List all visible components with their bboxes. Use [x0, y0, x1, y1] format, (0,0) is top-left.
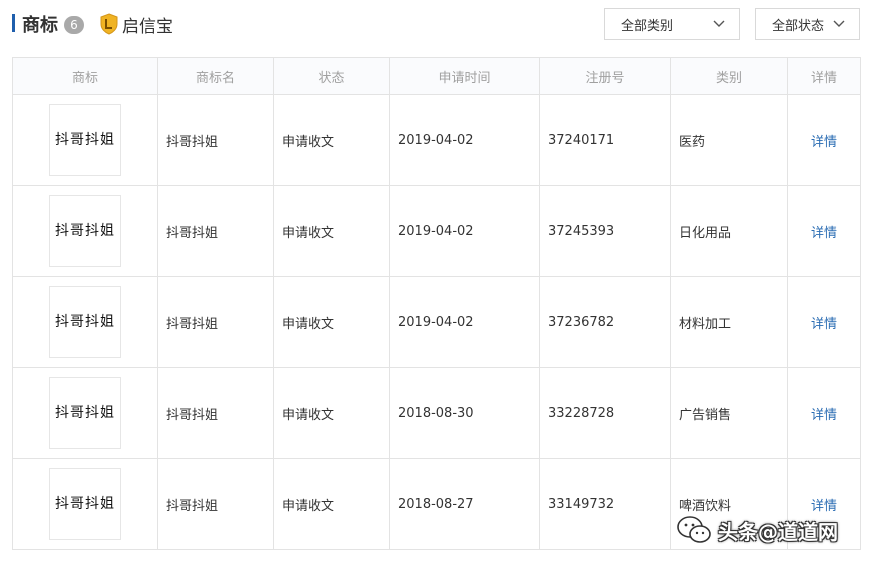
detail-cell: 详情	[787, 458, 861, 550]
category-select[interactable]: 全部类别	[604, 8, 740, 40]
status-select-value: 全部状态	[772, 18, 825, 34]
trademark-status: 申请收文	[273, 458, 390, 550]
trademark-status: 申请收文	[273, 94, 390, 186]
trademark-logo-cell: 抖哥抖姐	[12, 185, 158, 277]
trademark-logo-text: 抖哥抖姐	[55, 496, 115, 512]
detail-link[interactable]: 详情	[811, 135, 837, 150]
status-select[interactable]: 全部状态	[755, 8, 860, 40]
column-header: 详情	[787, 57, 861, 95]
detail-link[interactable]: 详情	[811, 226, 837, 241]
registration-number: 37245393	[539, 185, 671, 277]
trademark-name: 抖哥抖姐	[157, 276, 274, 368]
trademark-category: 材料加工	[670, 276, 788, 368]
trademark-table: 商标 商标名 状态 申请时间 注册号 类别 详情 抖哥抖姐 抖哥抖姐 申请收文 …	[12, 57, 861, 550]
trademark-logo[interactable]: 抖哥抖姐	[49, 195, 121, 267]
trademark-category: 医药	[670, 94, 788, 186]
application-date: 2018-08-27	[389, 458, 540, 550]
trademark-logo-cell: 抖哥抖姐	[12, 367, 158, 459]
trademark-name: 抖哥抖姐	[157, 94, 274, 186]
trademark-logo-text: 抖哥抖姐	[55, 132, 115, 148]
shield-icon	[100, 13, 118, 35]
trademark-logo-text: 抖哥抖姐	[55, 223, 115, 239]
category-select-value: 全部类别	[621, 18, 674, 34]
trademark-logo-cell: 抖哥抖姐	[12, 276, 158, 368]
column-header: 申请时间	[389, 57, 540, 95]
detail-cell: 详情	[787, 94, 861, 186]
detail-cell: 详情	[787, 276, 861, 368]
qixinbao-brand[interactable]: 启信宝	[100, 11, 173, 37]
trademark-name: 抖哥抖姐	[157, 458, 274, 550]
registration-number: 33228728	[539, 367, 671, 459]
registration-number: 37236782	[539, 276, 671, 368]
section-title: 商标	[22, 15, 58, 36]
table-row: 抖哥抖姐 抖哥抖姐 申请收文 2019-04-02 37240171 医药 详情	[12, 94, 861, 186]
trademark-category: 广告销售	[670, 367, 788, 459]
count-badge: 6	[64, 16, 84, 34]
column-header: 商标	[12, 57, 158, 95]
registration-number: 37240171	[539, 94, 671, 186]
detail-cell: 详情	[787, 185, 861, 277]
trademark-logo-text: 抖哥抖姐	[55, 314, 115, 330]
trademark-logo-text: 抖哥抖姐	[55, 405, 115, 421]
detail-link[interactable]: 详情	[811, 499, 837, 514]
brand-label: 启信宝	[122, 16, 173, 37]
application-date: 2019-04-02	[389, 185, 540, 277]
trademark-logo[interactable]: 抖哥抖姐	[49, 104, 121, 176]
table-header-row: 商标 商标名 状态 申请时间 注册号 类别 详情	[12, 57, 861, 95]
trademark-category: 啤酒饮料	[670, 458, 788, 550]
detail-link[interactable]: 详情	[811, 408, 837, 423]
section-header: 商标 6 启信宝 全部类别 全部状态	[0, 0, 886, 50]
column-header: 商标名	[157, 57, 274, 95]
chevron-down-icon	[713, 20, 725, 27]
trademark-name: 抖哥抖姐	[157, 185, 274, 277]
table-row: 抖哥抖姐 抖哥抖姐 申请收文 2018-08-27 33149732 啤酒饮料 …	[12, 458, 861, 550]
application-date: 2018-08-30	[389, 367, 540, 459]
table-row: 抖哥抖姐 抖哥抖姐 申请收文 2019-04-02 37236782 材料加工 …	[12, 276, 861, 368]
table-row: 抖哥抖姐 抖哥抖姐 申请收文 2018-08-30 33228728 广告销售 …	[12, 367, 861, 459]
detail-cell: 详情	[787, 367, 861, 459]
column-header: 状态	[273, 57, 390, 95]
column-header: 类别	[670, 57, 788, 95]
table-row: 抖哥抖姐 抖哥抖姐 申请收文 2019-04-02 37245393 日化用品 …	[12, 185, 861, 277]
trademark-name: 抖哥抖姐	[157, 367, 274, 459]
title-accent-bar	[12, 14, 15, 32]
trademark-status: 申请收文	[273, 185, 390, 277]
detail-link[interactable]: 详情	[811, 317, 837, 332]
trademark-logo-cell: 抖哥抖姐	[12, 94, 158, 186]
trademark-status: 申请收文	[273, 367, 390, 459]
trademark-logo-cell: 抖哥抖姐	[12, 458, 158, 550]
registration-number: 33149732	[539, 458, 671, 550]
trademark-logo[interactable]: 抖哥抖姐	[49, 377, 121, 449]
trademark-status: 申请收文	[273, 276, 390, 368]
trademark-logo[interactable]: 抖哥抖姐	[49, 468, 121, 540]
trademark-category: 日化用品	[670, 185, 788, 277]
trademark-logo[interactable]: 抖哥抖姐	[49, 286, 121, 358]
chevron-down-icon	[833, 20, 845, 27]
application-date: 2019-04-02	[389, 94, 540, 186]
application-date: 2019-04-02	[389, 276, 540, 368]
column-header: 注册号	[539, 57, 671, 95]
